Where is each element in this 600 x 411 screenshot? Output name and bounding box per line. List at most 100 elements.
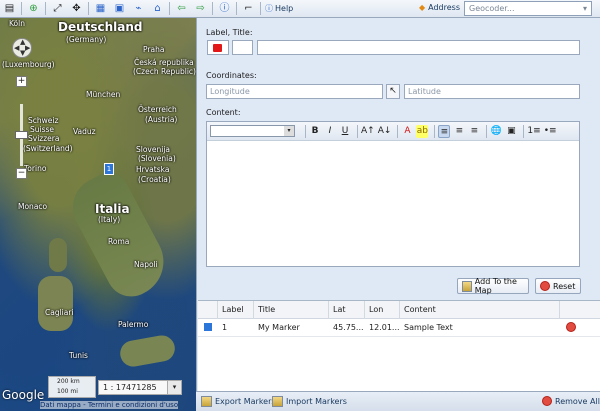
tool-icon[interactable]: ⌐ bbox=[241, 1, 256, 16]
map-label: Hrvatska bbox=[136, 165, 170, 174]
import-markers-button[interactable]: Import Markers bbox=[272, 396, 347, 407]
image-icon[interactable]: ▣ bbox=[505, 125, 517, 138]
map-label: Köln bbox=[9, 19, 25, 28]
remove-all-label: Remove All bbox=[555, 396, 600, 406]
column-separator bbox=[253, 301, 254, 319]
label-input[interactable] bbox=[232, 40, 253, 55]
chevron-down-icon[interactable]: ▾ bbox=[583, 4, 587, 13]
geocoder-input[interactable]: Geocoder... ▾ bbox=[464, 1, 592, 16]
pan-right-icon[interactable]: ▶ bbox=[25, 44, 30, 52]
zoom-box-icon[interactable]: ▦ bbox=[93, 1, 108, 16]
map-label: Napoli bbox=[134, 260, 158, 269]
geocoder-placeholder: Geocoder... bbox=[469, 4, 515, 13]
remove-all-button[interactable]: Remove All bbox=[542, 396, 600, 406]
header-lon: Lon bbox=[369, 305, 384, 314]
map-label: (Czech Republic) bbox=[133, 67, 196, 76]
info-icon[interactable]: ⓘ bbox=[217, 1, 232, 16]
toolbar-separator bbox=[88, 2, 89, 15]
italic-icon[interactable]: I bbox=[324, 125, 336, 138]
longitude-input[interactable]: Longitude bbox=[206, 84, 383, 99]
chevron-down-icon: ▾ bbox=[284, 126, 294, 136]
layers-icon[interactable]: ▤ bbox=[2, 1, 17, 16]
map-label: (Austria) bbox=[145, 115, 178, 124]
add-to-map-button[interactable]: Add To the Map bbox=[457, 277, 529, 295]
row-content: Sample Text bbox=[404, 323, 453, 332]
align-left-icon[interactable]: ≡ bbox=[438, 124, 451, 138]
select-icon[interactable]: ▣ bbox=[112, 1, 127, 16]
map-label: Österreich bbox=[138, 105, 177, 114]
marker-icon bbox=[203, 322, 213, 332]
column-separator bbox=[217, 301, 218, 319]
export-markers-button[interactable]: Export Markers bbox=[201, 396, 276, 407]
import-label: Import Markers bbox=[286, 397, 347, 406]
map-label: Palermo bbox=[118, 320, 149, 329]
editor-toolbar: ▾ B I U A↑ A↓ A ab ≡ ≡ ≡ 🌐 ▣ 1≡ •≡ bbox=[207, 122, 579, 141]
address-icon: ◆ bbox=[418, 3, 426, 12]
zoom-plus-button[interactable]: + bbox=[16, 76, 27, 87]
corsica-land bbox=[49, 238, 67, 272]
table-row[interactable]: 1 My Marker 45.75... 12.01... Sample Tex… bbox=[198, 319, 600, 337]
map-label: Svizzera bbox=[28, 134, 60, 143]
underline-icon[interactable]: U bbox=[339, 125, 351, 138]
locate-pointer-button[interactable]: ↖ bbox=[386, 84, 400, 99]
delete-row-icon[interactable] bbox=[566, 322, 576, 332]
scale-mi: 100 mi bbox=[57, 388, 78, 395]
map-label: Torino bbox=[24, 164, 47, 173]
font-size-up-icon[interactable]: A↑ bbox=[361, 125, 375, 138]
align-right-icon[interactable]: ≡ bbox=[468, 125, 480, 138]
column-separator bbox=[559, 301, 560, 319]
latitude-input[interactable]: Latitude bbox=[404, 84, 580, 99]
title-input[interactable] bbox=[257, 40, 580, 55]
editor-separator bbox=[357, 124, 358, 138]
align-center-icon[interactable]: ≡ bbox=[453, 125, 465, 138]
map-label: Deutschland bbox=[58, 20, 143, 34]
marker-color-picker[interactable] bbox=[207, 40, 229, 55]
bullet-list-icon[interactable]: •≡ bbox=[544, 125, 557, 138]
map-label: (Italy) bbox=[98, 215, 121, 224]
top-toolbar: ▤ ⊕ ⤢ ✥ ▦ ▣ ⌁ ⌂ ⇦ ⇨ ⓘ ⌐ ⓘ Help ◆ Address… bbox=[0, 0, 600, 18]
highlight-icon[interactable]: ab bbox=[416, 124, 429, 138]
map-marker[interactable]: 1 bbox=[104, 163, 114, 175]
zoom-minus-button[interactable]: − bbox=[16, 168, 27, 179]
ordered-list-icon[interactable]: 1≡ bbox=[527, 125, 540, 138]
scale-km: 200 km bbox=[57, 378, 80, 385]
pan-icon[interactable]: ✥ bbox=[69, 1, 84, 16]
font-color-icon[interactable]: A bbox=[401, 125, 413, 138]
table-header: Label Title Lat Lon Content bbox=[198, 301, 600, 319]
import-icon bbox=[272, 396, 283, 407]
row-label: 1 bbox=[222, 323, 228, 332]
content-editor[interactable]: ▾ B I U A↑ A↓ A ab ≡ ≡ ≡ 🌐 ▣ 1≡ •≡ bbox=[206, 121, 580, 267]
map-label: (Slovenia) bbox=[138, 154, 176, 163]
pan-left-icon[interactable]: ◀ bbox=[14, 44, 19, 52]
map-label: Česká republika bbox=[134, 58, 194, 67]
help-button[interactable]: ⓘ Help bbox=[265, 3, 293, 14]
reset-button-label: Reset bbox=[553, 281, 576, 291]
map-label: (Switzerland) bbox=[23, 144, 73, 153]
scale-dropdown-icon[interactable]: ▾ bbox=[167, 380, 182, 395]
bold-icon[interactable]: B bbox=[309, 125, 321, 138]
fit-map-icon[interactable]: ⤢ bbox=[50, 1, 65, 16]
scale-bar: 200 km 100 mi bbox=[48, 376, 96, 398]
address-button[interactable]: ◆ Address bbox=[419, 3, 460, 12]
coordinates-label: Coordinates: bbox=[206, 71, 257, 80]
google-logo: Google bbox=[2, 388, 45, 402]
link-icon[interactable]: 🌐 bbox=[490, 125, 502, 138]
draw-line-icon[interactable]: ⌁ bbox=[131, 1, 146, 16]
address-label: Address bbox=[428, 3, 460, 12]
map-links[interactable]: Dati mappa - Termini e condizioni d'uso bbox=[40, 401, 179, 409]
zoom-slider-thumb[interactable] bbox=[15, 131, 28, 139]
forward-arrow-icon[interactable]: ⇨ bbox=[193, 1, 208, 16]
map-view[interactable]: Köln Deutschland (Germany) Praha Česká r… bbox=[0, 18, 196, 411]
back-arrow-icon[interactable]: ⇦ bbox=[174, 1, 189, 16]
map-label: Vaduz bbox=[73, 127, 96, 136]
row-lat: 45.75... bbox=[333, 323, 364, 332]
toolbar-separator bbox=[260, 2, 261, 15]
draw-area-icon[interactable]: ⌂ bbox=[150, 1, 165, 16]
font-select[interactable]: ▾ bbox=[210, 125, 295, 137]
add-map-icon bbox=[462, 280, 472, 292]
zoom-in-icon[interactable]: ⊕ bbox=[26, 1, 41, 16]
column-separator bbox=[364, 301, 365, 319]
font-size-down-icon[interactable]: A↓ bbox=[378, 125, 392, 138]
pan-control[interactable]: ▲ ▼ ◀ ▶ bbox=[12, 38, 32, 58]
reset-button[interactable]: Reset bbox=[535, 278, 581, 294]
